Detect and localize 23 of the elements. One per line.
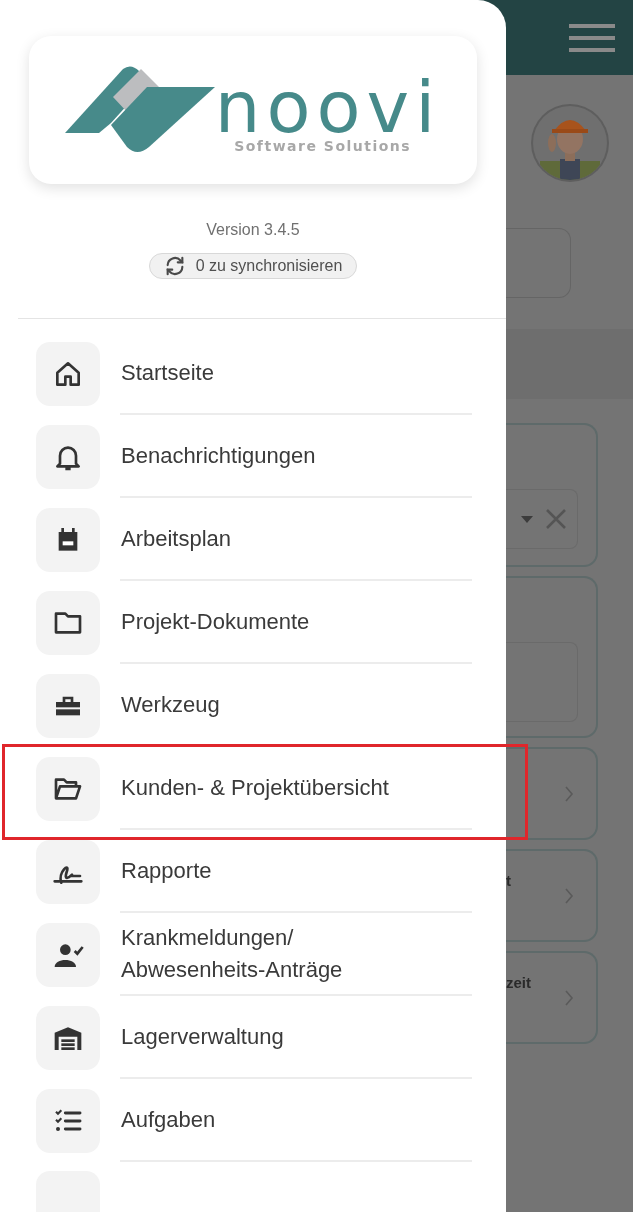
logo-wordmark: noovi (214, 77, 442, 137)
menu-item[interactable]: Aufgaben (121, 1103, 421, 1136)
sync-button[interactable]: 0 zu synchronisieren (148, 253, 358, 279)
card-title: zeit (506, 973, 531, 994)
menu-item[interactable]: Kunden- & Projektübersicht (121, 771, 421, 804)
logo-mark-icon (64, 65, 215, 155)
menu-item[interactable]: Startseite (121, 356, 421, 389)
menu-icon[interactable] (569, 21, 615, 54)
version-label: Version 3.4.5 (206, 220, 300, 240)
menu-item[interactable]: Krankmeldungen/ Abwesenheits-Anträge (121, 921, 421, 986)
menu-item[interactable]: Lagerverwaltung (121, 1020, 421, 1053)
chevron-right-icon (564, 988, 574, 1007)
close-icon[interactable] (545, 508, 567, 530)
chevron-right-icon (564, 784, 574, 803)
menu-item[interactable]: Benachrichtigungen (121, 439, 421, 472)
chevron-right-icon (564, 886, 574, 905)
logo-tagline: Software Solutions (234, 137, 412, 155)
card-title: t (506, 871, 511, 892)
menu-item[interactable]: Rapporte (121, 854, 421, 887)
caret-icon (521, 515, 533, 523)
menu-item[interactable]: Werkzeug (121, 688, 421, 721)
menu-item[interactable]: Projekt-Dokumente (121, 605, 421, 638)
menu-item[interactable]: Arbeitsplan (121, 522, 421, 555)
